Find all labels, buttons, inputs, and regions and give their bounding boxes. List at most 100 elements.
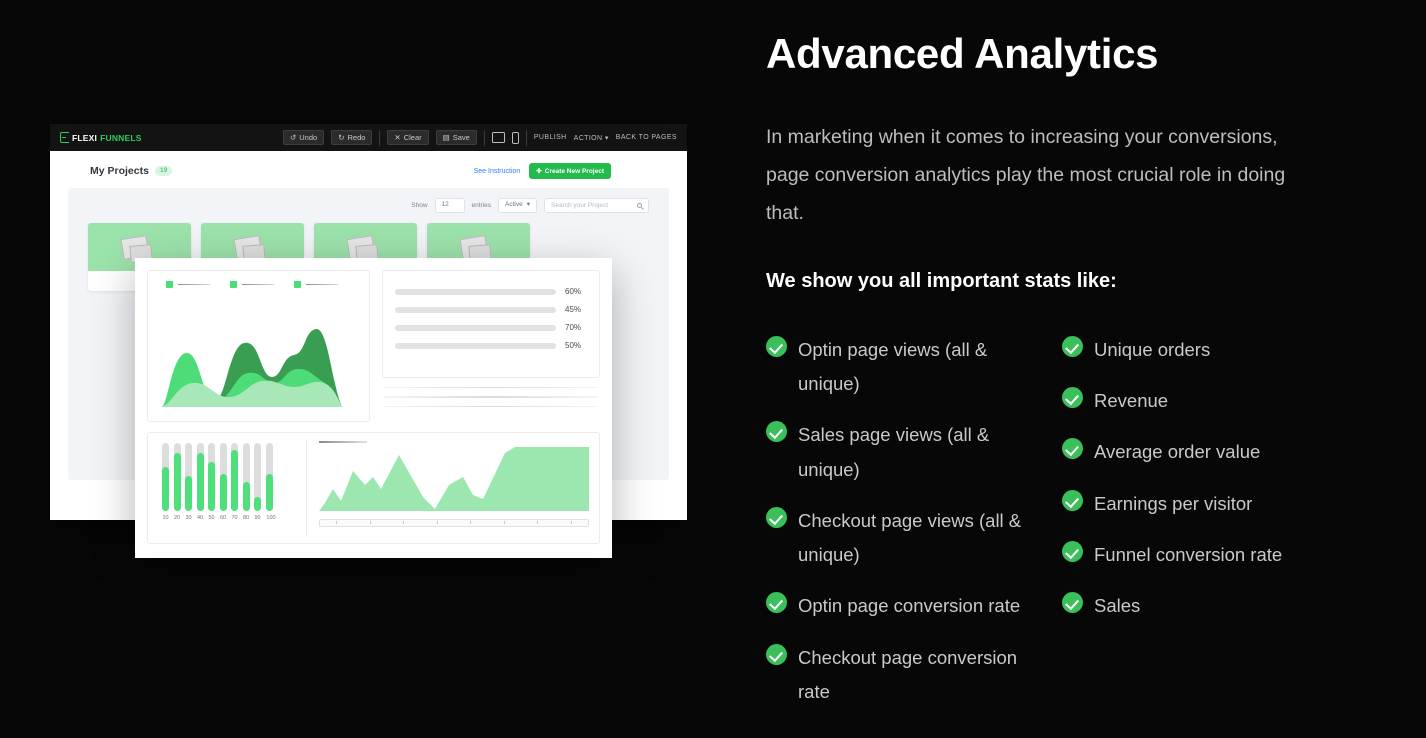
trend-area-series	[319, 446, 589, 511]
redo-button[interactable]: ↻ Redo	[331, 130, 373, 145]
list-item-label: Sales page views (all & unique)	[798, 424, 990, 480]
publish-button[interactable]: PUBLISH	[534, 134, 567, 141]
search-input[interactable]: Search your Project	[544, 198, 649, 213]
slider-tick	[470, 521, 472, 525]
action-label: ACTION	[573, 134, 603, 142]
list-item-label: Checkout page views (all & unique)	[798, 509, 1022, 566]
search-icon	[637, 203, 642, 208]
mini-bar-fill	[196, 453, 204, 511]
save-button[interactable]: ▤ Save	[435, 130, 477, 145]
progress-value: 70%	[565, 323, 582, 332]
slider-tick	[336, 521, 338, 525]
desktop-view-icon[interactable]	[491, 132, 505, 143]
legend-item	[294, 281, 338, 288]
check-circle-icon	[766, 643, 787, 665]
check-circle-icon	[1062, 489, 1083, 511]
mini-bar	[173, 443, 181, 511]
chart-range-slider[interactable]	[319, 518, 589, 527]
mini-bar	[231, 443, 238, 511]
check-circle-icon	[1062, 336, 1083, 358]
check-circle-icon	[766, 336, 787, 358]
toolbar-divider-3	[525, 129, 527, 146]
placeholder-lines	[382, 378, 600, 408]
analytics-top-row: 60% 45% 70% 50%	[135, 258, 612, 422]
create-new-project-button[interactable]: ✚ Create New Project	[529, 163, 611, 179]
clear-button[interactable]: ✕ Clear	[387, 130, 429, 145]
clear-label: Clear	[403, 132, 422, 142]
mini-bar-fill	[173, 453, 181, 511]
list-item-label: Unique orders	[1094, 339, 1211, 361]
stats-column-left: Optin page views (all & unique) Sales pa…	[766, 333, 1034, 726]
search-placeholder-text: Search your Project	[551, 202, 609, 209]
list-item-label: Optin page views (all & unique)	[798, 339, 988, 395]
section-subheading: We show you all important stats like:	[766, 270, 1117, 293]
slider-tick	[537, 521, 539, 525]
list-item: Sales page views (all & unique)	[766, 418, 1034, 486]
status-filter-select[interactable]: Active ▾	[498, 198, 537, 213]
legend-placeholder-line	[242, 283, 274, 286]
list-item: Funnel conversion rate	[1062, 538, 1330, 572]
legend-swatch-icon	[166, 281, 173, 288]
entries-suffix-label: entries	[471, 202, 492, 209]
check-circle-icon	[766, 421, 787, 443]
chevron-down-icon: ▾	[604, 134, 609, 142]
create-project-label: Create New Project	[544, 167, 604, 175]
trend-area-chart	[319, 446, 589, 511]
list-item: Revenue	[1062, 384, 1330, 418]
progress-value: 50%	[565, 341, 582, 350]
stats-list-columns: Optin page views (all & unique) Sales pa…	[766, 333, 1386, 726]
toolbar-actions: ↺ Undo ↻ Redo ✕ Clear ▤ Save PUBLISH ACT…	[282, 129, 677, 146]
mini-bar-track-list	[162, 443, 300, 511]
mini-bar-fill	[242, 482, 250, 511]
mini-bar-chart: 10 20 30 40 50 60 70 80 90 100	[148, 433, 306, 543]
area-chart-panel	[147, 270, 370, 422]
stats-column-right: Unique orders Revenue Average order valu…	[1062, 333, 1330, 726]
flexifunnels-logo-icon	[60, 132, 69, 143]
progress-track	[394, 324, 556, 331]
projects-table-controls: Show 12 entries Active ▾ Search your Pro…	[88, 198, 649, 213]
legend-item	[230, 281, 274, 288]
progress-bars-box: 60% 45% 70% 50%	[381, 270, 600, 378]
mini-bar-fill	[208, 462, 215, 511]
list-item: Optin page views (all & unique)	[766, 333, 1034, 401]
mobile-view-icon[interactable]	[511, 131, 519, 144]
action-menu[interactable]: ACTION ▾	[574, 134, 609, 142]
mini-bar	[265, 443, 273, 511]
projects-header-actions: See Instruction ✚ Create New Project	[474, 163, 611, 179]
toolbar-divider-2	[483, 129, 485, 146]
list-item: Optin page conversion rate	[766, 589, 1034, 623]
back-to-pages-button[interactable]: BACK TO PAGES	[616, 134, 677, 141]
axis-tick-label: 30	[185, 515, 192, 521]
check-circle-icon	[1062, 592, 1083, 614]
mini-bar-axis-labels: 10 20 30 40 50 60 70 80 90 100	[162, 515, 300, 521]
legend-swatch-icon	[230, 281, 237, 288]
see-instruction-link[interactable]: See Instruction	[474, 168, 521, 175]
legend-swatch-icon	[294, 281, 301, 288]
progress-row: 45%	[394, 305, 587, 314]
toolbar-divider-1	[379, 129, 381, 146]
mini-bar-fill	[162, 466, 169, 511]
mini-bar	[219, 443, 227, 511]
app-logo: FLEXI FUNNELS	[60, 132, 142, 143]
trend-area-chart-panel	[307, 433, 599, 543]
chart-legend	[156, 281, 361, 288]
multi-series-area-chart	[162, 328, 342, 407]
app-toolbar: FLEXI FUNNELS ↺ Undo ↻ Redo ✕ Clear ▤ Sa…	[50, 124, 687, 151]
mini-bar	[162, 443, 169, 511]
progress-track	[394, 342, 556, 349]
progress-row: 50%	[394, 341, 587, 350]
projects-count-badge: 19	[154, 165, 173, 177]
entries-count-input[interactable]: 12	[434, 198, 465, 213]
mini-bar	[196, 443, 204, 511]
placeholder-line	[383, 396, 598, 398]
save-icon: ▤	[442, 132, 450, 142]
undo-label: Undo	[299, 132, 318, 142]
stats-panel: 60% 45% 70% 50%	[381, 270, 600, 422]
progress-value: 45%	[565, 305, 582, 314]
list-item: Checkout page conversion rate	[766, 641, 1034, 709]
page-title: Advanced Analytics	[766, 30, 1159, 77]
axis-tick-label: 20	[173, 515, 181, 521]
slider-tick	[369, 521, 371, 525]
mini-bar-fill	[185, 475, 192, 511]
undo-button[interactable]: ↺ Undo	[282, 130, 325, 145]
